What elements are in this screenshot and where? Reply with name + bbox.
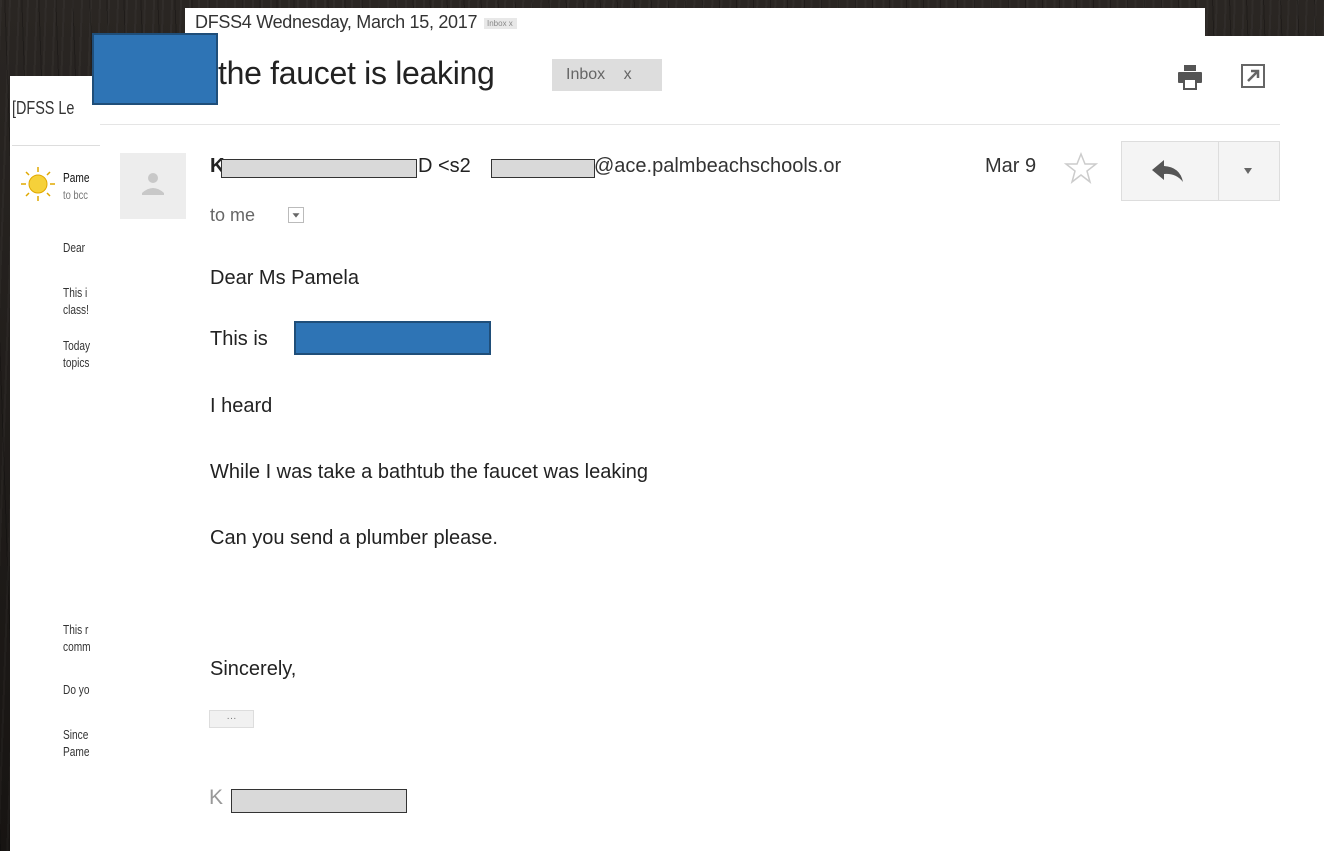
header-divider — [100, 124, 1280, 125]
signature-initial: K — [209, 786, 224, 809]
inbox-label-text: Inbox — [566, 66, 606, 83]
email-body-line: This is — [210, 328, 268, 350]
left-text-line: This i — [63, 285, 88, 300]
remove-label-button[interactable]: x — [624, 66, 632, 83]
left-text-line: comm — [63, 639, 91, 654]
left-text-line: Do yo — [63, 682, 90, 697]
email-date: Mar 9 — [985, 155, 1037, 177]
left-divider — [12, 145, 112, 146]
recipient-line: to me — [210, 205, 256, 225]
left-text-line: topics — [63, 355, 90, 370]
left-text-line: Since — [63, 727, 89, 742]
email-body-line: I heard — [210, 395, 273, 417]
left-text-line: Pame — [63, 744, 90, 759]
left-sender[interactable]: Pame — [63, 170, 89, 185]
email-body-line: Sincerely, — [210, 658, 297, 680]
person-icon — [120, 153, 186, 219]
left-text-line: Today — [63, 338, 91, 353]
left-text-line: class! — [63, 302, 89, 317]
inbox-label-chip[interactable]: Inbox x — [552, 59, 662, 91]
left-text-line: Dear — [63, 240, 85, 255]
show-details-chevron-icon[interactable] — [288, 207, 304, 223]
background-email-title: DFSS4 Wednesday, March 15, 2017 — [195, 12, 478, 32]
chevron-down-icon[interactable] — [1241, 166, 1255, 176]
email-body-line: While I was take a bathtub the faucet wa… — [210, 461, 649, 483]
email-body-line: Dear Ms Pamela — [210, 267, 359, 289]
star-icon[interactable] — [1064, 152, 1098, 184]
popout-icon[interactable] — [1240, 63, 1266, 89]
signature-redaction — [231, 789, 407, 813]
reply-icon[interactable] — [1150, 158, 1186, 184]
left-recipient: to bcc — [63, 188, 88, 202]
redaction-box — [92, 33, 218, 105]
print-icon[interactable] — [1176, 63, 1204, 91]
sender-address-prefix: D <s2 — [418, 155, 471, 177]
sender-name-redaction — [221, 159, 417, 178]
left-email-title: [DFSS Le — [12, 98, 75, 118]
sender-domain: @ace.palmbeachschools.or — [594, 155, 842, 177]
email-subject: the faucet is leaking — [218, 55, 495, 91]
left-text-line: This r — [63, 622, 89, 637]
sender-address-redaction — [491, 159, 595, 178]
background-inbox-badge[interactable]: Inbox x — [484, 18, 517, 29]
email-body-line: Can you send a plumber please. — [210, 527, 498, 549]
show-trimmed-content-button[interactable]: ··· — [209, 710, 254, 728]
sun-avatar-icon — [21, 167, 55, 201]
body-redaction — [294, 321, 491, 355]
